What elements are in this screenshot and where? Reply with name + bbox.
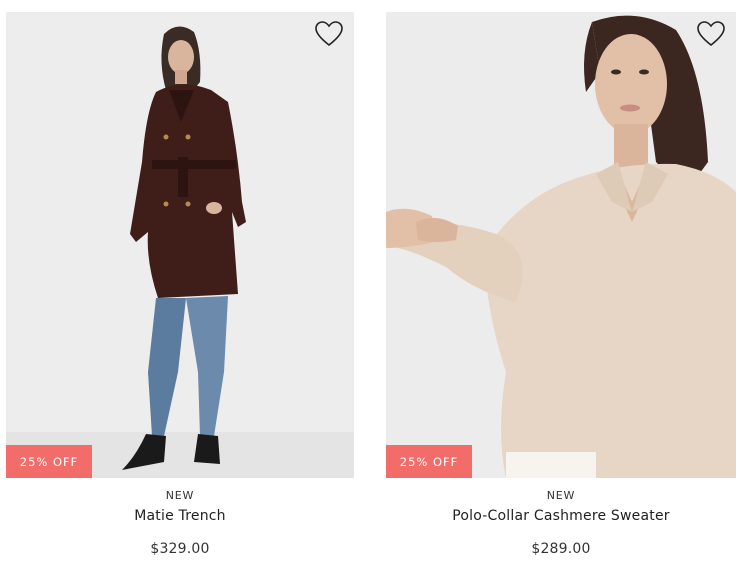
discount-badge: 25% OFF: [6, 445, 92, 478]
product-price: $289.00: [531, 541, 591, 557]
product-info: NEW Polo-Collar Cashmere Sweater $289.00: [386, 489, 736, 557]
product-card[interactable]: 25% OFF NEW Matie Trench $329.00: [6, 12, 354, 557]
product-grid: 25% OFF NEW Matie Trench $329.00 25% OFF…: [0, 0, 742, 564]
wishlist-button[interactable]: [314, 20, 344, 48]
product-image-matie-trench[interactable]: 25% OFF: [6, 12, 354, 478]
product-name[interactable]: Polo-Collar Cashmere Sweater: [386, 508, 736, 524]
product-card[interactable]: 25% OFF NEW Polo-Collar Cashmere Sweater…: [386, 12, 736, 557]
heart-outline-icon: [697, 21, 725, 47]
new-tag: NEW: [165, 489, 195, 502]
new-tag: NEW: [546, 489, 576, 502]
product-photo: [6, 12, 354, 478]
wishlist-button[interactable]: [696, 20, 726, 48]
product-image-polo-collar-cashmere-sweater[interactable]: 25% OFF: [386, 12, 736, 478]
product-price: $329.00: [150, 541, 210, 557]
product-photo: [386, 12, 736, 478]
product-name[interactable]: Matie Trench: [6, 508, 354, 524]
heart-outline-icon: [315, 21, 343, 47]
discount-badge: 25% OFF: [386, 445, 472, 478]
product-info: NEW Matie Trench $329.00: [6, 489, 354, 557]
